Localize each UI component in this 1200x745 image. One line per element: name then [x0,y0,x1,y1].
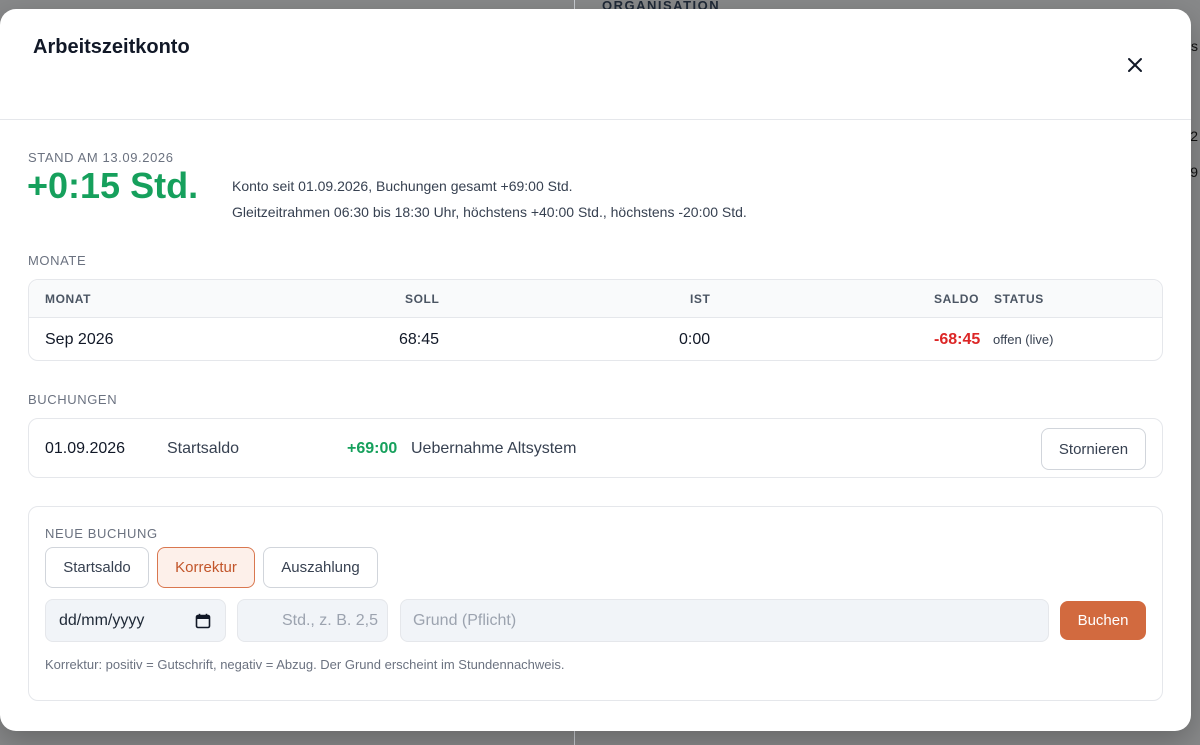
column-header-soll: SOLL [405,292,440,306]
cancel-booking-button[interactable]: Stornieren [1041,428,1146,470]
date-input-value: dd/mm/yyyy [59,611,145,629]
column-header-ist: IST [690,292,711,306]
hours-input-placeholder: Std., z. B. 2,5 [281,611,378,629]
reason-input-placeholder: Grund (Pflicht) [413,611,517,629]
ist-cell: 0:00 [679,331,711,348]
column-header-saldo: SALDO [934,292,979,306]
booking-amount: +69:00 [347,440,398,457]
hours-input[interactable]: Std., z. B. 2,5 [237,599,388,642]
months-table: MONAT SOLL IST SALDO STATUS Sep 2026 68:… [28,279,1163,361]
close-icon [1128,58,1142,72]
booking-type: Startsaldo [167,440,240,457]
bookings-section-label: BUCHUNGEN [28,392,118,407]
type-startsaldo-button[interactable]: Startsaldo [45,547,149,588]
column-header-status: STATUS [994,292,1044,306]
month-cell: Sep 2026 [45,331,114,348]
date-input[interactable]: dd/mm/yyyy [45,599,226,642]
saldo-cell: -68:45 [934,331,981,348]
background-edge-text: 9 [1190,164,1198,180]
status-cell: offen (live) [993,332,1054,347]
background-edge-text: 2 [1190,128,1198,144]
months-section-label: MONATE [28,253,87,268]
submit-booking-button[interactable]: Buchen [1060,601,1146,640]
reason-input[interactable]: Grund (Pflicht) [400,599,1049,642]
months-table-header: MONAT SOLL IST SALDO STATUS [29,280,1162,318]
type-korrektur-button[interactable]: Korrektur [157,547,255,588]
close-button[interactable] [1123,53,1147,77]
korrektur-hint: Korrektur: positiv = Gutschrift, negativ… [45,657,565,672]
flextime-info: Gleitzeitrahmen 06:30 bis 18:30 Uhr, höc… [232,204,747,220]
dialog-header: Arbeitszeitkonto [0,9,1191,120]
booking-reason: Uebernahme Altsystem [411,440,577,457]
booking-date: 01.09.2026 [45,440,126,457]
list-item: 01.09.2026 Startsaldo +69:00 Uebernahme … [29,419,1162,479]
total-saldo: +0:15 Std. [27,165,199,206]
soll-cell: 68:45 [399,331,440,348]
bookings-list: 01.09.2026 Startsaldo +69:00 Uebernahme … [28,418,1163,478]
type-auszahlung-button[interactable]: Auszahlung [263,547,378,588]
dialog-title: Arbeitszeitkonto [33,36,190,58]
account-info: Konto seit 01.09.2026, Buchungen gesamt … [232,178,573,194]
stand-label: STAND AM 13.09.2026 [28,150,174,165]
calendar-icon[interactable] [195,613,211,629]
new-booking-label: NEUE BUCHUNG [45,526,158,541]
column-header-monat: MONAT [45,292,92,306]
